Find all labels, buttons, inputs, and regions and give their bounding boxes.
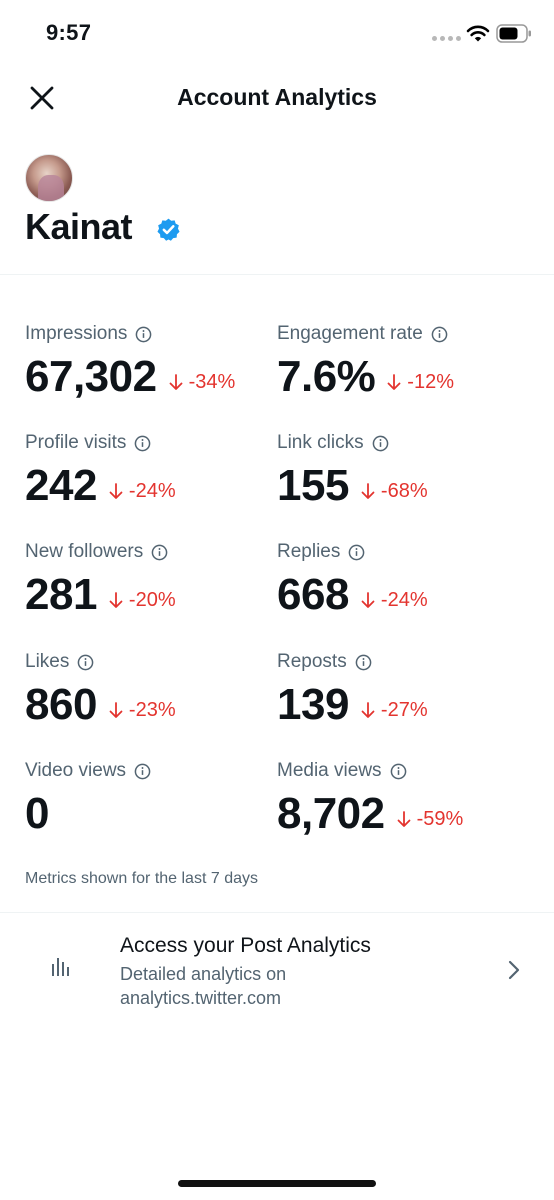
metric-change: -12% — [387, 371, 454, 394]
metric-media-views[interactable]: Media views 8,702 -59% — [277, 759, 463, 839]
wifi-icon — [466, 25, 490, 42]
metric-change-text: -20% — [128, 589, 176, 611]
arrow-down-icon — [387, 374, 401, 390]
cellular-signal-icon — [432, 36, 461, 41]
metric-reposts[interactable]: Reposts 139 -27% — [277, 650, 428, 730]
arrow-down-icon — [397, 811, 411, 827]
post-analytics-title: Access your Post Analytics — [120, 934, 371, 957]
metric-label: Impressions — [25, 322, 235, 346]
home-indicator[interactable] — [178, 1180, 376, 1187]
metric-change-text: -68% — [380, 480, 428, 502]
info-icon[interactable] — [135, 326, 152, 343]
metric-label: Video views — [25, 759, 151, 783]
arrow-down-icon — [109, 702, 123, 718]
metric-label: Profile visits — [25, 431, 176, 455]
metric-label-text: Reposts — [277, 651, 347, 672]
metric-label-text: Impressions — [25, 323, 128, 344]
metric-new-followers[interactable]: New followers 281 -20% — [25, 540, 176, 620]
metric-value: 155 — [277, 461, 349, 510]
metric-impressions[interactable]: Impressions 67,302 -34% — [25, 322, 235, 402]
metric-profile-visits[interactable]: Profile visits 242 -24% — [25, 431, 176, 511]
metric-change: -24% — [109, 480, 176, 503]
metric-label-text: New followers — [25, 541, 144, 562]
metric-change-text: -24% — [128, 480, 176, 502]
metric-change: -23% — [109, 699, 176, 722]
metric-change-text: -23% — [128, 699, 176, 721]
metric-change: -68% — [361, 480, 428, 503]
status-bar: 9:57 — [0, 0, 554, 70]
metric-label: Engagement rate — [277, 322, 454, 346]
info-icon[interactable] — [372, 435, 389, 452]
metric-change-text: -24% — [380, 589, 428, 611]
section-divider — [0, 274, 554, 275]
metric-value: 8,702 — [277, 789, 385, 838]
metric-change: -24% — [361, 589, 428, 612]
arrow-down-icon — [361, 483, 375, 499]
metric-label-text: Engagement rate — [277, 323, 423, 344]
arrow-down-icon — [109, 483, 123, 499]
metric-value: 860 — [25, 680, 97, 729]
status-time: 9:57 — [46, 20, 92, 45]
post-analytics-subtitle: Detailed analytics on analytics.twitter.… — [120, 962, 420, 1010]
account-analytics-screen: 9:57 Account Analytics Kainat Impression — [0, 0, 554, 1200]
page-title: Account Analytics — [177, 84, 377, 110]
metric-value: 242 — [25, 461, 97, 510]
metric-engagement-rate[interactable]: Engagement rate 7.6% -12% — [277, 322, 454, 402]
info-icon[interactable] — [431, 326, 448, 343]
info-icon[interactable] — [348, 544, 365, 561]
metric-value: 67,302 — [25, 352, 157, 401]
metric-change: -59% — [397, 808, 464, 831]
post-analytics-link[interactable]: Access your Post Analytics Detailed anal… — [0, 912, 554, 1012]
metric-change-text: -12% — [407, 371, 454, 393]
metric-value: 0 — [25, 789, 49, 838]
metric-value: 139 — [277, 680, 349, 729]
subtitle-line: Detailed analytics on — [120, 964, 287, 984]
battery-icon — [496, 24, 531, 43]
chevron-right-icon — [508, 960, 520, 980]
metric-value: 281 — [25, 570, 97, 619]
metric-change: -27% — [361, 699, 428, 722]
metric-link-clicks[interactable]: Link clicks 155 -68% — [277, 431, 428, 511]
nav-header: Account Analytics — [0, 70, 554, 130]
metric-value: 668 — [277, 570, 349, 619]
metric-change-text: -34% — [188, 371, 236, 393]
verified-badge-icon — [157, 218, 180, 241]
metric-label-text: Video views — [25, 760, 127, 781]
profile-name: Kainat — [25, 206, 133, 247]
info-icon[interactable] — [134, 763, 151, 780]
info-icon[interactable] — [390, 763, 407, 780]
metric-label-text: Media views — [277, 760, 382, 781]
metric-video-views[interactable]: Video views 0 — [25, 759, 151, 839]
metric-value: 7.6% — [277, 352, 376, 401]
metrics-footnote: Metrics shown for the last 7 days — [25, 870, 258, 887]
arrow-down-icon — [361, 702, 375, 718]
metric-label: Link clicks — [277, 431, 428, 455]
metric-change: -34% — [169, 371, 236, 394]
metric-label: Media views — [277, 759, 463, 783]
arrow-down-icon — [109, 592, 123, 608]
info-icon[interactable] — [355, 654, 372, 671]
metric-change-text: -27% — [380, 699, 428, 721]
bar-chart-icon — [52, 958, 69, 976]
info-icon[interactable] — [77, 654, 94, 671]
metric-label-text: Replies — [277, 541, 341, 562]
metric-label-text: Link clicks — [277, 432, 364, 453]
metric-label-text: Likes — [25, 651, 70, 672]
info-icon[interactable] — [151, 544, 168, 561]
info-icon[interactable] — [134, 435, 151, 452]
arrow-down-icon — [169, 374, 182, 390]
metric-replies[interactable]: Replies 668 -24% — [277, 540, 428, 620]
metric-label: Likes — [25, 650, 176, 674]
metric-label: New followers — [25, 540, 176, 564]
metric-label-text: Profile visits — [25, 432, 127, 453]
metric-likes[interactable]: Likes 860 -23% — [25, 650, 176, 730]
metric-change: -20% — [109, 589, 176, 612]
avatar — [25, 154, 73, 202]
metric-change-text: -59% — [416, 808, 464, 830]
subtitle-line: analytics.twitter.com — [120, 988, 282, 1008]
metric-label: Reposts — [277, 650, 428, 674]
arrow-down-icon — [361, 592, 375, 608]
metric-label: Replies — [277, 540, 428, 564]
